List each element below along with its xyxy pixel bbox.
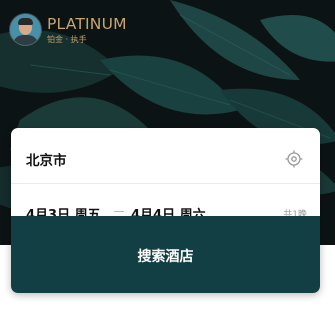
locate-icon[interactable] <box>285 150 303 168</box>
search-hotels-button[interactable]: 搜索酒店 <box>11 216 320 293</box>
member-level: PLATINUM <box>47 15 127 33</box>
hotel-search-card: 北京市 4月3日 周五 4月4日 周六 共1晚 搜索酒店 <box>11 128 320 293</box>
avatar-hair <box>18 18 33 25</box>
member-subtitle: 铂金 · 执手 <box>47 35 87 44</box>
date-separator <box>114 211 124 212</box>
avatar-shirt <box>13 35 38 45</box>
avatar[interactable] <box>10 14 41 45</box>
search-button-label: 搜索酒店 <box>137 248 194 265</box>
city-name: 北京市 <box>26 153 67 169</box>
city-selector[interactable]: 北京市 <box>11 128 320 184</box>
